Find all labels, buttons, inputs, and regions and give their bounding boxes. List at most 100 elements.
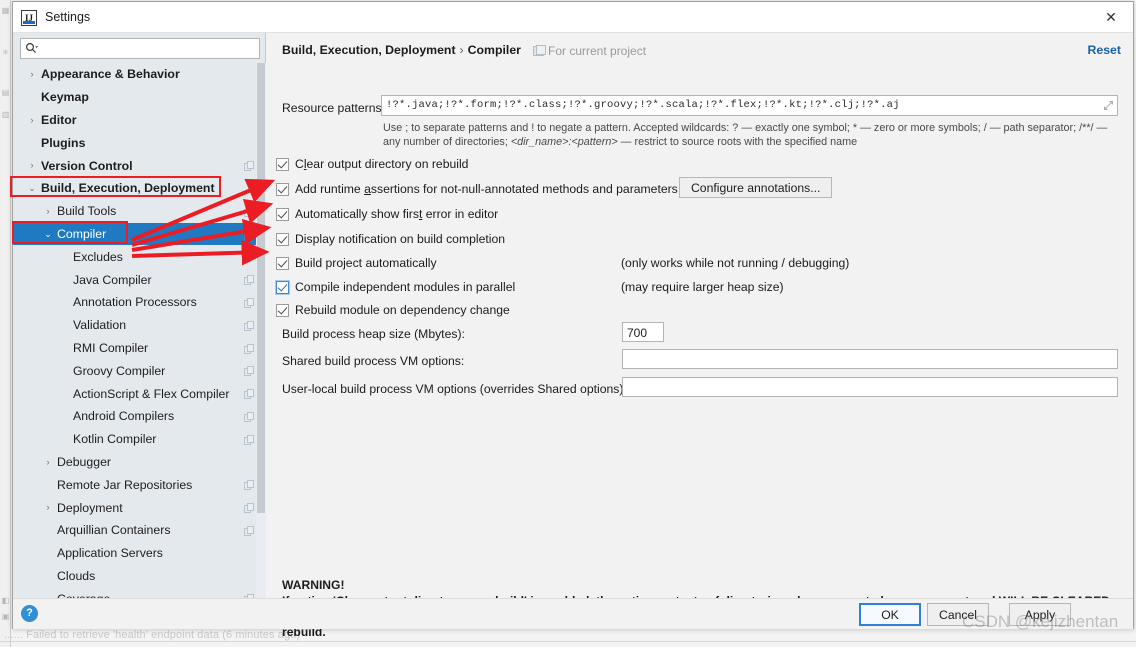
- userlocal-vm-options-input[interactable]: [622, 377, 1118, 397]
- sidebar-item-keymap[interactable]: Keymap: [13, 86, 266, 109]
- checkbox-label: Build project automatically: [295, 256, 437, 270]
- checkbox-row-clear-output-directory-on-rebuild[interactable]: Clear output directory on rebuild: [276, 155, 468, 173]
- ok-button[interactable]: OK: [859, 603, 921, 626]
- chevron-right-icon[interactable]: ›: [26, 63, 38, 86]
- sidebar-item-rmi-compiler[interactable]: RMI Compiler: [13, 337, 266, 360]
- sidebar-item-label: Version Control: [41, 158, 133, 173]
- checkbox-label: Compile independent modules in parallel: [295, 280, 516, 294]
- heap-size-label: Build process heap size (Mbytes):: [282, 327, 465, 341]
- checkbox-label: Clear output directory on rebuild: [295, 157, 469, 171]
- sidebar-item-plugins[interactable]: Plugins: [13, 131, 266, 154]
- copy-settings-icon[interactable]: [244, 160, 254, 172]
- sidebar-item-build-tools[interactable]: › Build Tools: [13, 200, 266, 223]
- sidebar-scrollbar-track[interactable]: [256, 63, 266, 598]
- copy-settings-icon[interactable]: [244, 320, 254, 331]
- copy-settings-icon[interactable]: [244, 525, 254, 536]
- sidebar-item-android-compilers[interactable]: Android Compilers: [13, 405, 266, 428]
- breadcrumb-root[interactable]: Build, Execution, Deployment: [282, 43, 456, 57]
- checkbox-row-compile-independent-modules-in-parallel[interactable]: Compile independent modules in parallel: [276, 278, 515, 296]
- cancel-button[interactable]: Cancel: [927, 603, 989, 626]
- checkbox-row-build-project-automatically[interactable]: Build project automatically: [276, 254, 437, 272]
- sidebar-item-java-compiler[interactable]: Java Compiler: [13, 268, 266, 291]
- sidebar-item-arquillian-containers[interactable]: Arquillian Containers: [13, 519, 266, 542]
- resource-patterns-input[interactable]: !?*.java;!?*.form;!?*.class;!?*.groovy;!…: [381, 95, 1118, 116]
- copy-settings-icon[interactable]: [244, 206, 254, 217]
- sidebar-item-label: Clouds: [57, 568, 96, 583]
- background-status-divider: [0, 641, 1136, 642]
- search-input[interactable]: [41, 40, 257, 57]
- sidebar-item-application-servers[interactable]: Application Servers: [13, 542, 266, 565]
- sidebar-item-remote-jar-repositories[interactable]: Remote Jar Repositories: [13, 473, 266, 496]
- apply-button[interactable]: Apply: [1009, 603, 1071, 626]
- search-icon: [25, 42, 39, 56]
- close-icon[interactable]: ✕: [1089, 2, 1133, 32]
- copy-settings-icon[interactable]: [244, 502, 254, 514]
- bg-icon-5: ◧: [1, 596, 10, 605]
- checkbox-automatically-show-first-error-in-editor[interactable]: [276, 207, 289, 221]
- copy-settings-icon[interactable]: [244, 365, 254, 377]
- sidebar-item-annotation-processors[interactable]: Annotation Processors: [13, 291, 266, 314]
- sidebar-item-actionscript-flex-compiler[interactable]: ActionScript & Flex Compiler: [13, 382, 266, 405]
- sidebar-item-appearance-behavior[interactable]: › Appearance & Behavior: [13, 63, 266, 86]
- sidebar-scrollbar-thumb[interactable]: [257, 63, 265, 513]
- hint-line-1: Use ; to separate patterns and ! to nega…: [383, 122, 1108, 134]
- shared-vm-options-input[interactable]: [622, 349, 1118, 369]
- chevron-right-icon[interactable]: ›: [42, 496, 54, 519]
- chevron-right-icon[interactable]: ›: [42, 451, 54, 474]
- sidebar-item-label: Excludes: [73, 249, 123, 264]
- checkbox-row-rebuild-module-on-dependency-change[interactable]: Rebuild module on dependency change: [276, 301, 510, 319]
- hint-line-2-pre: any number of directories;: [383, 136, 511, 148]
- annotation-box-build-execution-deployment: [10, 176, 221, 197]
- checkbox-row-automatically-show-first-error-in-editor[interactable]: Automatically show first error in editor: [276, 205, 498, 223]
- bg-icon-6: ▣: [1, 612, 10, 621]
- sidebar-item-groovy-compiler[interactable]: Groovy Compiler: [13, 359, 266, 382]
- copy-settings-icon[interactable]: [244, 388, 254, 400]
- checkbox-display-notification-on-build-completion[interactable]: [276, 232, 289, 246]
- dialog-titlebar: IJ Settings ✕: [13, 2, 1133, 33]
- checkbox-compile-independent-modules-in-parallel[interactable]: [276, 280, 289, 294]
- expand-icon[interactable]: [1102, 100, 1114, 112]
- sidebar-item-kotlin-compiler[interactable]: Kotlin Compiler: [13, 428, 266, 451]
- sidebar-item-editor[interactable]: › Editor: [13, 109, 266, 132]
- settings-tree[interactable]: › Appearance & Behavior Keymap › Editor Plugi…: [13, 63, 266, 598]
- copy-settings-icon[interactable]: [244, 297, 254, 308]
- copy-settings-icon[interactable]: [244, 479, 254, 491]
- checkbox-rebuild-module-on-dependency-change[interactable]: [276, 303, 289, 317]
- bg-icon-2: ✳: [2, 48, 9, 57]
- sidebar-item-label: Deployment: [57, 500, 123, 515]
- checkbox-row-add-runtime-assertions-for-not-null-annotated-methods-and-parameters[interactable]: Add runtime assertions for not-null-anno…: [276, 180, 678, 198]
- chevron-right-icon[interactable]: ›: [42, 200, 54, 223]
- bg-icon-3: ▤: [1, 88, 10, 97]
- checkbox-add-runtime-assertions-for-not-null-annotated-methods-and-parameters[interactable]: [276, 182, 289, 196]
- sidebar-item-version-control[interactable]: › Version Control: [13, 154, 266, 177]
- copy-settings-icon[interactable]: [244, 274, 254, 286]
- copy-settings-icon[interactable]: [244, 343, 254, 354]
- search-box[interactable]: [20, 38, 260, 59]
- resource-patterns-label: Resource patterns:: [282, 101, 385, 115]
- settings-dialog: IJ Settings ✕ › Appearance & Behavior Keym…: [12, 1, 1134, 639]
- breadcrumb-current: Compiler: [467, 43, 521, 57]
- copy-settings-icon[interactable]: [244, 251, 254, 263]
- sidebar-item-coverage[interactable]: Coverage: [13, 587, 266, 598]
- copy-settings-icon[interactable]: [244, 411, 254, 422]
- sidebar-item-validation[interactable]: Validation: [13, 314, 266, 337]
- copy-settings-icon[interactable]: [244, 229, 254, 240]
- sidebar-item-debugger[interactable]: › Debugger: [13, 451, 266, 474]
- checkbox-row-display-notification-on-build-completion[interactable]: Display notification on build completion: [276, 230, 505, 248]
- checkbox-clear-output-directory-on-rebuild[interactable]: [276, 157, 289, 171]
- sidebar-item-clouds[interactable]: Clouds: [13, 565, 266, 588]
- sidebar-item-label: Plugins: [41, 135, 86, 150]
- copy-settings-icon[interactable]: [244, 434, 254, 445]
- sidebar-item-label: Appearance & Behavior: [41, 67, 180, 82]
- chevron-right-icon[interactable]: ›: [26, 154, 38, 177]
- checkbox-build-project-automatically[interactable]: [276, 256, 289, 270]
- sidebar-item-label: Groovy Compiler: [73, 363, 166, 378]
- help-icon[interactable]: ?: [21, 605, 38, 622]
- configure-annotations-button[interactable]: Configure annotations...: [679, 177, 833, 198]
- chevron-right-icon[interactable]: ›: [26, 109, 38, 132]
- sidebar-item-deployment[interactable]: › Deployment: [13, 496, 266, 519]
- heap-size-value: 700: [627, 326, 648, 340]
- reset-button[interactable]: Reset: [1088, 43, 1122, 57]
- heap-size-input[interactable]: 700: [622, 322, 664, 342]
- sidebar-item-excludes[interactable]: Excludes: [13, 245, 266, 268]
